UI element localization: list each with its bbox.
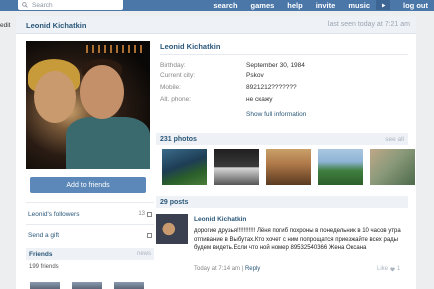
photo-thumb[interactable] — [214, 149, 259, 185]
photo-thumb[interactable] — [370, 149, 415, 185]
add-to-friends-button[interactable]: Add to friends — [30, 177, 146, 193]
info-value[interactable]: September 30, 1984 — [246, 62, 305, 69]
like-count: 1 — [397, 266, 401, 272]
top-bar: Search search games help invite music lo… — [0, 0, 434, 11]
profile-card: Add to friends Leonid's followers 13 Sen… — [16, 34, 416, 289]
play-icon — [381, 3, 385, 7]
profile-name: Leonid Kichatkin — [160, 42, 221, 51]
logout-link[interactable]: log out — [403, 1, 428, 10]
info-value: не скажу — [246, 96, 273, 103]
sidebar-edit-link[interactable]: edit — [0, 22, 10, 29]
heart-icon — [390, 267, 395, 271]
search-icon — [22, 2, 28, 8]
post-like-button[interactable]: Like 1 — [377, 266, 400, 272]
info-key: Alt. phone: — [160, 96, 192, 103]
search-input[interactable]: Search — [18, 0, 123, 10]
friend-avatar[interactable] — [114, 282, 144, 289]
friends-news-link[interactable]: news — [137, 251, 151, 257]
post-text: дорогие друзья!!!!!!!!!!! Лёня погиб пох… — [194, 228, 401, 252]
show-full-info-link[interactable]: Show full information — [246, 111, 306, 118]
friend-avatar[interactable] — [72, 282, 102, 289]
divider — [160, 54, 408, 55]
nav-help[interactable]: help — [287, 1, 302, 10]
post-reply-link[interactable]: Reply — [245, 266, 260, 272]
info-key: Birthday: — [160, 62, 186, 69]
info-row-city: Current city: Pskov — [160, 72, 264, 79]
post-meta: Today at 7:14 am | Reply — [194, 266, 261, 272]
info-row-alt-phone: Alt. phone: не скажу — [160, 96, 273, 103]
post-author-avatar[interactable] — [156, 214, 188, 244]
info-row-birthday: Birthday: September 30, 1984 — [160, 62, 305, 69]
nav-invite[interactable]: invite — [316, 1, 336, 10]
top-nav: search games help invite music log out — [200, 0, 434, 10]
gift-icon — [147, 232, 152, 238]
followers-label: Leonid's followers — [28, 210, 80, 218]
photo-thumb[interactable] — [162, 149, 207, 185]
friend-thumbnails — [30, 282, 144, 289]
followers-link[interactable]: Leonid's followers 13 — [26, 206, 154, 222]
divider — [26, 224, 154, 225]
nav-music[interactable]: music — [348, 1, 370, 10]
photos-title: 231 photos — [160, 135, 197, 143]
photo-thumbnails — [162, 149, 415, 185]
search-placeholder: Search — [32, 1, 53, 9]
info-value: 8921212??????? — [246, 84, 297, 91]
photo-thumb[interactable] — [266, 149, 311, 185]
like-label: Like — [377, 266, 389, 272]
info-key: Current city: — [160, 72, 196, 79]
info-value[interactable]: Pskov — [246, 72, 264, 79]
last-seen: last seen today at 7:21 am — [327, 21, 410, 28]
post-author-name[interactable]: Leonid Kichatkin — [194, 216, 246, 223]
photos-see-all-link[interactable]: see all — [385, 136, 404, 143]
nav-games[interactable]: games — [251, 1, 275, 10]
send-gift-label: Send a gift — [28, 231, 60, 239]
friends-count: 199 friends — [29, 264, 59, 270]
nav-search[interactable]: search — [213, 1, 237, 10]
friends-header[interactable]: Friends news — [26, 248, 154, 260]
profile-photo[interactable] — [26, 41, 150, 169]
photo-thumb[interactable] — [318, 149, 363, 185]
friends-title: Friends — [29, 250, 53, 258]
post-time[interactable]: Today at 7:14 am — [194, 266, 240, 272]
friend-avatar[interactable] — [30, 282, 60, 289]
music-play-button[interactable] — [376, 0, 390, 10]
posts-title: 29 posts — [160, 198, 189, 206]
divider — [26, 202, 154, 203]
followers-count: 13 — [138, 211, 145, 217]
info-key: Mobile: — [160, 84, 181, 91]
send-gift-link[interactable]: Send a gift — [26, 227, 154, 243]
header-name: Leonid Kichatkin — [26, 21, 87, 30]
profile-header: Leonid Kichatkin last seen today at 7:21… — [16, 16, 416, 34]
followers-icon — [147, 211, 152, 217]
info-row-mobile: Mobile: 8921212??????? — [160, 84, 297, 91]
photos-header[interactable]: 231 photos see all — [156, 133, 408, 145]
posts-header[interactable]: 29 posts — [156, 196, 408, 208]
